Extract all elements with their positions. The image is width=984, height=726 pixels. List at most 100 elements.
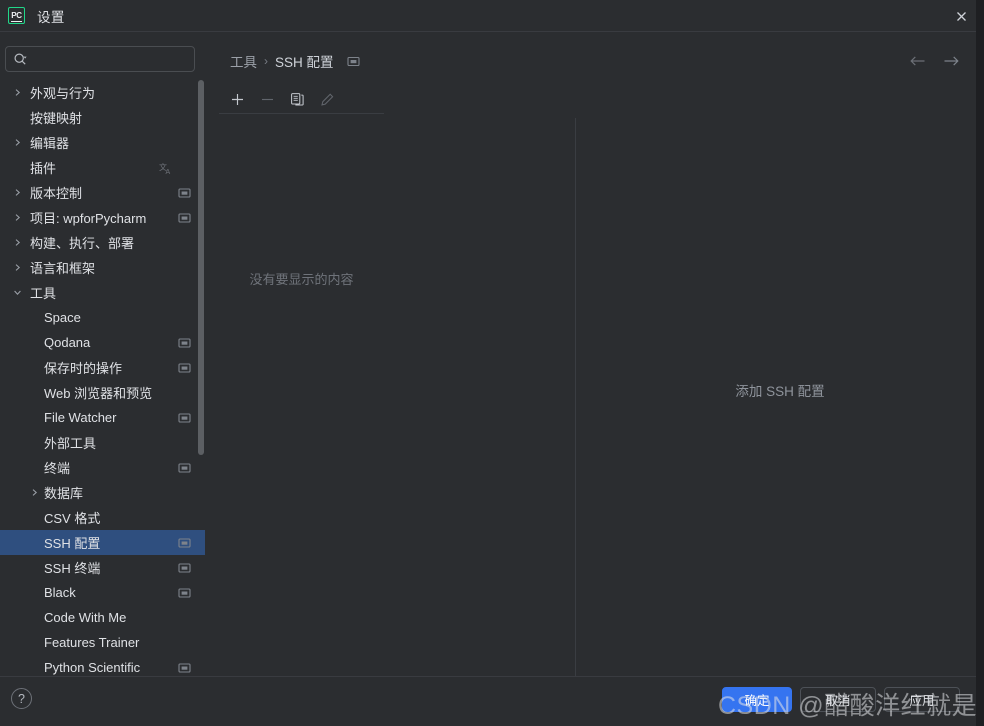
sidebar-item-label: Black bbox=[44, 585, 76, 600]
sidebar-item-label: Features Trainer bbox=[44, 635, 140, 650]
sidebar-item-16[interactable]: 数据库 bbox=[0, 480, 205, 505]
sidebar-item-8[interactable]: 工具 bbox=[0, 280, 205, 305]
sidebar-item-label: 插件 bbox=[30, 161, 57, 176]
ok-button[interactable]: 确定 bbox=[722, 687, 792, 712]
detail-empty-message: 添加 SSH 配置 bbox=[735, 384, 825, 399]
sidebar-item-label: CSV 格式 bbox=[44, 511, 101, 526]
sidebar-item-19[interactable]: SSH 终端 bbox=[0, 555, 205, 580]
monitor-icon bbox=[178, 186, 191, 199]
title-bar: PC 设置 bbox=[0, 0, 984, 32]
monitor-icon bbox=[178, 561, 191, 574]
sidebar-item-label: 构建、执行、部署 bbox=[30, 236, 135, 251]
sidebar-item-10[interactable]: Qodana bbox=[0, 330, 205, 355]
sidebar-item-label: Space bbox=[44, 310, 81, 325]
cancel-button[interactable]: 取消 bbox=[800, 687, 876, 712]
sidebar-scrollbar-thumb[interactable] bbox=[198, 80, 204, 455]
monitor-icon bbox=[346, 55, 360, 68]
sidebar-item-7[interactable]: 语言和框架 bbox=[0, 255, 205, 280]
chevron-right-icon[interactable] bbox=[10, 261, 24, 275]
list-empty-message: 没有要显示的内容 bbox=[249, 272, 354, 287]
sidebar-item-label: 版本控制 bbox=[30, 186, 83, 201]
sidebar-item-label: Web 浏览器和预览 bbox=[44, 386, 153, 401]
sidebar-item-label: 按键映射 bbox=[30, 111, 83, 126]
sidebar-item-21[interactable]: Code With Me bbox=[0, 605, 205, 630]
sidebar-item-label: Python Scientific bbox=[44, 660, 141, 675]
ssh-config-list-panel: 没有要显示的内容 bbox=[219, 86, 384, 659]
translate-icon: 文A bbox=[159, 161, 172, 176]
sidebar-item-label: 数据库 bbox=[44, 486, 84, 501]
breadcrumb-current: SSH 配置 bbox=[275, 55, 334, 70]
help-button[interactable]: ? bbox=[11, 688, 32, 709]
navigation-arrows bbox=[906, 50, 962, 72]
sidebar-item-label: Qodana bbox=[44, 335, 91, 350]
arrow-left-icon[interactable] bbox=[906, 50, 928, 72]
sidebar-item-label: 语言和框架 bbox=[30, 261, 96, 276]
sidebar-item-20[interactable]: Black bbox=[0, 580, 205, 605]
breadcrumb-separator: › bbox=[264, 54, 268, 68]
monitor-icon bbox=[178, 411, 191, 424]
sidebar-item-18[interactable]: SSH 配置 bbox=[0, 530, 205, 555]
sidebar-item-22[interactable]: Features Trainer bbox=[0, 630, 205, 655]
monitor-icon bbox=[178, 361, 191, 374]
sidebar-item-12[interactable]: Web 浏览器和预览 bbox=[0, 380, 205, 405]
svg-text:A: A bbox=[166, 169, 171, 176]
apply-button[interactable]: 应用 bbox=[884, 687, 960, 712]
chevron-right-icon[interactable] bbox=[10, 136, 24, 150]
sidebar-item-9[interactable]: Space bbox=[0, 305, 205, 330]
sidebar-item-label: 编辑器 bbox=[30, 136, 70, 151]
breadcrumb: 工具 › SSH 配置 bbox=[230, 51, 360, 71]
logo-text: PC bbox=[11, 10, 22, 22]
minus-icon bbox=[259, 91, 276, 108]
sidebar-item-label: 终端 bbox=[44, 461, 71, 476]
sidebar-item-label: File Watcher bbox=[44, 410, 117, 425]
copy-icon[interactable] bbox=[289, 91, 306, 108]
sidebar-item-label: SSH 配置 bbox=[44, 536, 101, 551]
sidebar-item-4[interactable]: 版本控制 bbox=[0, 180, 205, 205]
sidebar-item-23[interactable]: Python Scientific bbox=[0, 655, 205, 677]
monitor-icon bbox=[178, 586, 191, 599]
monitor-icon bbox=[178, 461, 191, 474]
monitor-icon bbox=[178, 661, 191, 674]
search-input[interactable] bbox=[28, 52, 194, 66]
monitor-icon bbox=[178, 211, 191, 224]
sidebar-item-label: 项目: wpforPycharm bbox=[30, 211, 147, 226]
sidebar-item-2[interactable]: 编辑器 bbox=[0, 130, 205, 155]
chevron-right-icon[interactable] bbox=[10, 186, 24, 200]
chevron-right-icon[interactable] bbox=[10, 86, 24, 100]
list-toolbar bbox=[219, 86, 384, 114]
monitor-icon bbox=[178, 336, 191, 349]
monitor-icon bbox=[178, 536, 191, 549]
settings-tree[interactable]: 外观与行为按键映射编辑器插件 文 A 版本控制项目: wpforPycharm 构建、执… bbox=[0, 80, 205, 677]
sidebar-item-label: 外部工具 bbox=[44, 436, 97, 451]
sidebar-item-label: 外观与行为 bbox=[30, 86, 96, 101]
chevron-down-icon[interactable] bbox=[10, 286, 24, 300]
chevron-right-icon[interactable] bbox=[27, 486, 41, 500]
sidebar-item-label: SSH 终端 bbox=[44, 561, 101, 576]
sidebar-item-11[interactable]: 保存时的操作 bbox=[0, 355, 205, 380]
sidebar-item-label: 工具 bbox=[30, 286, 57, 301]
sidebar-item-13[interactable]: File Watcher bbox=[0, 405, 205, 430]
settings-dialog: PC 设置 外观与行为按键映射编辑器插件 文 A 版本控制项目: wpforPycha… bbox=[0, 0, 984, 726]
arrow-right-icon[interactable] bbox=[940, 50, 962, 72]
content-panel: 工具 › SSH 配置 没有要显示的内容 添加 SSH 配置 bbox=[205, 32, 984, 694]
breadcrumb-parent[interactable]: 工具 bbox=[230, 51, 257, 71]
sidebar-item-1[interactable]: 按键映射 bbox=[0, 105, 205, 130]
chevron-right-icon[interactable] bbox=[10, 236, 24, 250]
dialog-footer: ? 确定 取消 应用 bbox=[0, 676, 984, 726]
sidebar-item-5[interactable]: 项目: wpforPycharm bbox=[0, 205, 205, 230]
sidebar-item-6[interactable]: 构建、执行、部署 bbox=[0, 230, 205, 255]
search-box[interactable] bbox=[5, 46, 195, 72]
pencil-icon bbox=[319, 91, 336, 108]
pycharm-logo-icon: PC bbox=[8, 7, 25, 24]
sidebar-item-label: 保存时的操作 bbox=[44, 361, 123, 376]
sidebar-item-15[interactable]: 终端 bbox=[0, 455, 205, 480]
window-right-edge bbox=[976, 0, 984, 726]
sidebar-item-14[interactable]: 外部工具 bbox=[0, 430, 205, 455]
sidebar-item-3[interactable]: 插件 文 A bbox=[0, 155, 205, 180]
search-container bbox=[5, 46, 195, 72]
sidebar-item-0[interactable]: 外观与行为 bbox=[0, 80, 205, 105]
chevron-right-icon[interactable] bbox=[10, 211, 24, 225]
plus-icon[interactable] bbox=[229, 91, 246, 108]
sidebar-item-17[interactable]: CSV 格式 bbox=[0, 505, 205, 530]
window-title: 设置 bbox=[37, 9, 65, 25]
